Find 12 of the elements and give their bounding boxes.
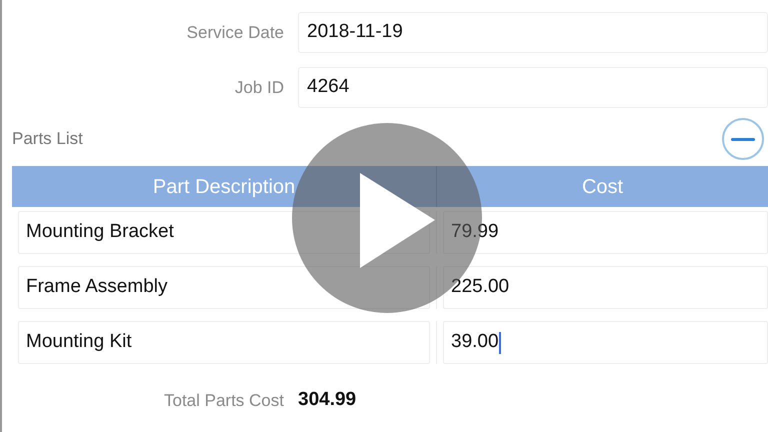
- field-label: Service Date: [186, 22, 284, 44]
- cost-field[interactable]: 225.00: [443, 266, 768, 309]
- cost-field[interactable]: 39.00: [443, 321, 768, 364]
- total-value: 304.99: [298, 388, 356, 412]
- part-description-field[interactable]: Mounting Kit: [18, 321, 430, 364]
- text-field[interactable]: 4264: [298, 67, 768, 108]
- section-title: Parts List: [12, 128, 83, 150]
- column-header: Cost: [580, 174, 624, 200]
- text-field[interactable]: 2018-11-19: [298, 12, 768, 53]
- field-label: Job ID: [234, 76, 284, 99]
- remove-button[interactable]: [722, 118, 764, 160]
- total-label: Total Parts Cost: [163, 390, 284, 412]
